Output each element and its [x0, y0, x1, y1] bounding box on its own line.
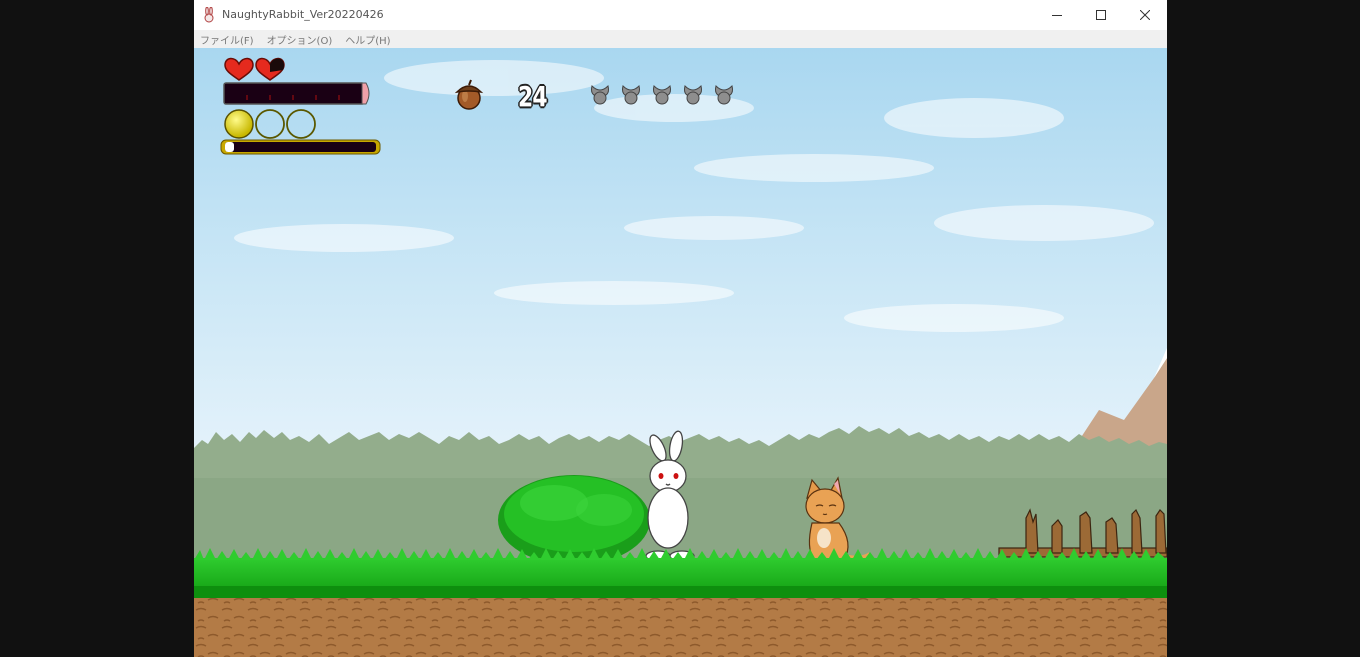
acorn-count: 24	[518, 80, 548, 113]
window-title: NaughtyRabbit_Ver20220426	[222, 8, 384, 21]
close-button[interactable]	[1123, 0, 1167, 30]
title-bar[interactable]: NaughtyRabbit_Ver20220426	[194, 0, 1167, 30]
acorn-icon	[454, 79, 484, 110]
close-icon	[1140, 10, 1150, 20]
stamina-bar	[220, 139, 381, 155]
game-viewport[interactable]: 24	[194, 48, 1167, 657]
health-bar	[223, 82, 370, 105]
minimize-icon	[1052, 15, 1062, 16]
rabbit-app-icon	[204, 7, 214, 23]
menu-help[interactable]: ヘルプ(H)	[345, 32, 390, 47]
minimize-button[interactable]	[1035, 0, 1079, 30]
dirt-ground	[194, 598, 1167, 657]
maximize-icon	[1096, 10, 1106, 20]
menu-options[interactable]: オプション(O)	[267, 32, 333, 47]
menu-file[interactable]: ファイル(F)	[200, 32, 254, 47]
menu-bar: ファイル(F) オプション(O) ヘルプ(H)	[194, 30, 1167, 48]
game-scene	[194, 48, 1167, 657]
game-window: NaughtyRabbit_Ver20220426 ファイル(F) オプション(…	[194, 0, 1167, 657]
orb-filled-icon	[224, 109, 254, 139]
maximize-button[interactable]	[1079, 0, 1123, 30]
